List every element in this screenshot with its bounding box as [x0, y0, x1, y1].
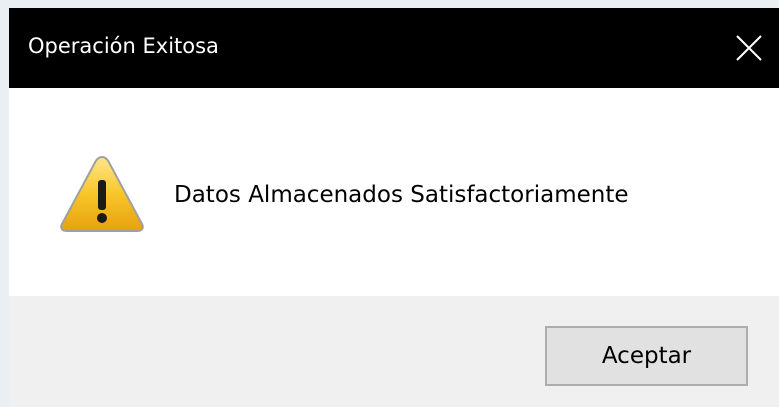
close-icon: [736, 35, 762, 61]
window-title: Operación Exitosa: [28, 34, 219, 58]
warning-icon: [60, 155, 144, 232]
dialog-message: Datos Almacenados Satisfactoriamente: [174, 182, 629, 208]
message-dialog: Operación Exitosa Datos Almacenados Sati…: [0, 0, 779, 407]
dialog-footer: Aceptar: [9, 296, 779, 407]
close-button[interactable]: [719, 8, 779, 88]
dialog-content: Datos Almacenados Satisfactoriamente: [9, 88, 779, 296]
title-bar: Operación Exitosa: [9, 8, 779, 88]
accept-button[interactable]: Aceptar: [545, 326, 748, 386]
